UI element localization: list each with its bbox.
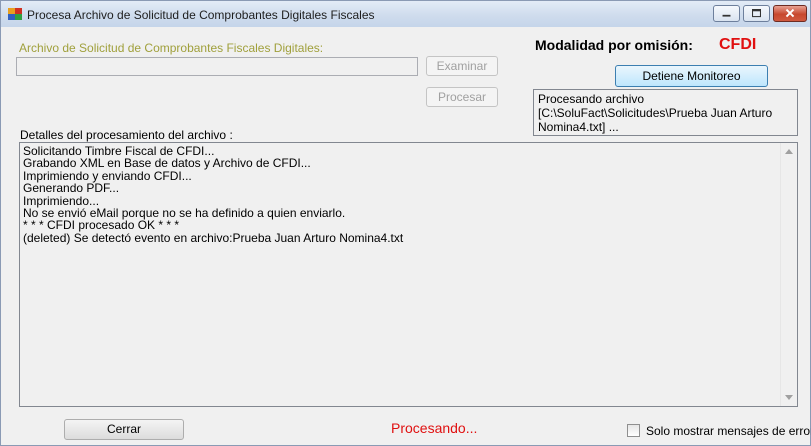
detalles-label: Detalles del procesamiento del archivo : [20,128,233,142]
log-textbox[interactable]: Solicitando Timbre Fiscal de CFDI... Gra… [19,142,798,407]
log-line: (deleted) Se detectó evento en archivo:P… [23,230,404,245]
procesar-button[interactable]: Procesar [426,87,498,107]
detiene-monitoreo-button[interactable]: Detiene Monitoreo [615,65,768,87]
status-textbox[interactable]: Procesando archivo [C:\SoluFact\Solicitu… [533,89,798,136]
close-button[interactable] [773,5,807,22]
log-line: * * * CFDI procesado OK * * * [23,218,180,233]
archivo-path-input[interactable] [16,57,418,76]
minimize-icon [722,14,731,17]
examinar-button[interactable]: Examinar [426,56,498,76]
maximize-button[interactable] [743,5,770,22]
modalidad-label: Modalidad por omisión: [535,37,693,53]
log-scrollbar[interactable] [780,143,797,406]
archivo-label: Archivo de Solicitud de Comprobantes Fis… [19,41,324,55]
cerrar-button[interactable]: Cerrar [64,419,184,440]
main-window: Procesa Archivo de Solicitud de Comproba… [0,0,811,446]
log-line: Imprimiendo y enviando CFDI... [23,168,192,183]
title-bar[interactable]: Procesa Archivo de Solicitud de Comproba… [1,1,810,27]
log-line: Grabando XML en Base de datos y Archivo … [23,156,311,171]
scroll-down-arrow-icon[interactable] [781,389,797,406]
log-lines: Solicitando Timbre Fiscal de CFDI... Gra… [23,145,778,245]
log-line: Generando PDF... [23,181,120,196]
window-title: Procesa Archivo de Solicitud de Comproba… [27,8,375,22]
procesando-status: Procesando... [391,420,478,436]
maximize-icon [752,9,761,18]
solo-errores-label[interactable]: Solo mostrar mensajes de error [646,424,811,438]
close-icon [785,8,795,18]
solo-errores-checkbox[interactable] [627,424,640,437]
app-icon [8,8,22,20]
minimize-button[interactable] [713,5,740,22]
scroll-up-arrow-icon[interactable] [781,143,797,160]
modalidad-value: CFDI [719,36,757,53]
